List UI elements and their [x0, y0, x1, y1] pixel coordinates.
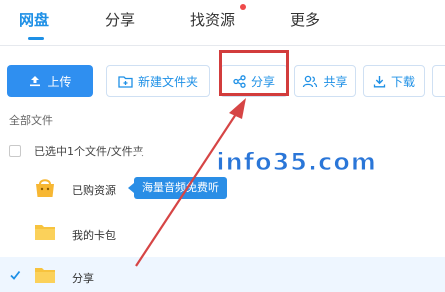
annotation-arrow: [135, 98, 246, 267]
